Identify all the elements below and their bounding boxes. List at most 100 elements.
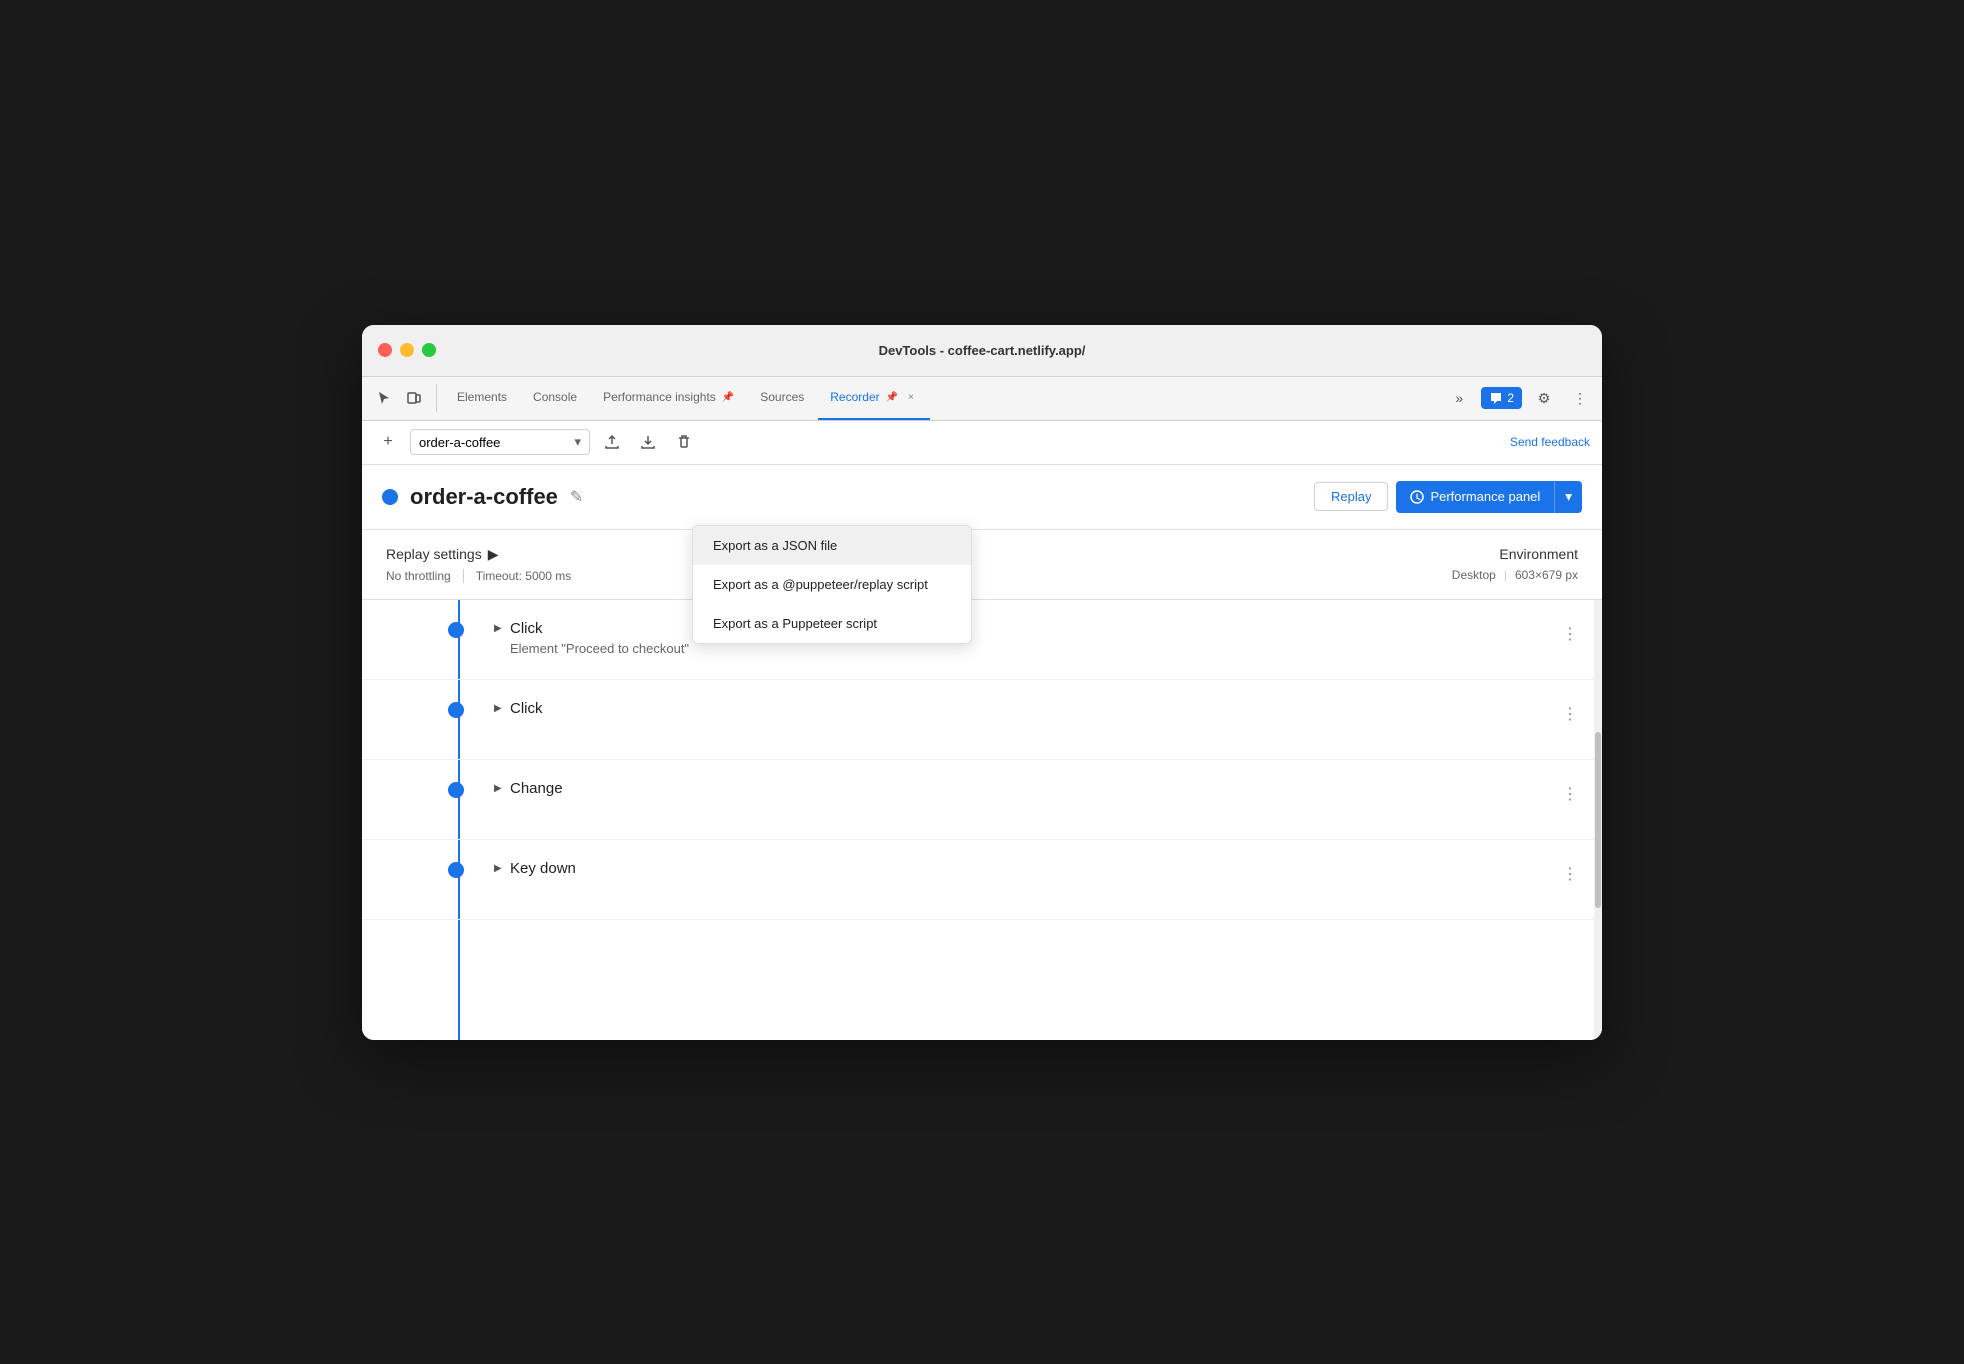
tab-performance-insights[interactable]: Performance insights 📌 [591, 377, 746, 420]
step-1-chevron: ▶ [494, 623, 504, 633]
edit-title-icon[interactable]: ✎ [570, 487, 583, 507]
tab-sources[interactable]: Sources [748, 377, 816, 420]
step-2-type: Click [510, 700, 543, 717]
download-icon [640, 434, 656, 450]
scrollbar-thumb[interactable] [1595, 732, 1601, 908]
environment-section: Environment Desktop | 603×679 px [1452, 546, 1578, 582]
step-3-dot [448, 782, 464, 798]
recording-header: order-a-coffee ✎ Replay Performance pane… [362, 465, 1602, 530]
step-2-timeline [362, 700, 478, 718]
scrollbar[interactable] [1594, 600, 1602, 1040]
step-2-menu: ⋮ [1558, 700, 1582, 726]
step-1-menu-button[interactable]: ⋮ [1558, 622, 1582, 646]
minimize-button[interactable] [400, 343, 414, 357]
recording-indicator [382, 489, 398, 505]
step-1-type: Click [510, 620, 543, 637]
traffic-lights [378, 343, 436, 357]
step-3-expander[interactable]: ▶ Change [494, 780, 1558, 797]
pin-icon-recorder: 📌 [886, 392, 898, 403]
settings-left: Replay settings ▶ No throttling Timeout:… [386, 546, 583, 583]
tab-icons [370, 384, 437, 412]
export-dropdown-menu: Export as a JSON file Export as a @puppe… [692, 525, 972, 644]
window-title: DevTools - coffee-cart.netlify.app/ [879, 343, 1086, 358]
performance-panel-button[interactable]: Performance panel [1396, 481, 1554, 513]
resolution-label: 603×679 px [1515, 568, 1578, 582]
step-2-content: ▶ Click [478, 700, 1558, 717]
performance-panel-dropdown-button[interactable]: ▾ [1554, 481, 1582, 513]
step-1-description: Element "Proceed to checkout" [494, 641, 1558, 656]
step-2-expander[interactable]: ▶ Click [494, 700, 1558, 717]
settings-details: No throttling Timeout: 5000 ms [386, 569, 583, 583]
step-3-type: Change [510, 780, 563, 797]
more-options-button[interactable]: ⋮ [1566, 384, 1594, 412]
export-json-item[interactable]: Export as a JSON file [693, 526, 971, 565]
export-button[interactable] [598, 428, 626, 456]
step-3-menu-button[interactable]: ⋮ [1558, 782, 1582, 806]
step-4-menu: ⋮ [1558, 860, 1582, 886]
step-4-chevron: ▶ [494, 863, 504, 873]
environment-details: Desktop | 603×679 px [1452, 568, 1578, 582]
step-1-expander[interactable]: ▶ Click [494, 620, 1558, 637]
tabs-list: Elements Console Performance insights 📌 … [445, 377, 930, 420]
tab-console[interactable]: Console [521, 377, 589, 420]
step-4-dot [448, 862, 464, 878]
throttling-setting: No throttling [386, 569, 463, 583]
add-recording-button[interactable]: + [374, 428, 402, 456]
step-4-expander[interactable]: ▶ Key down [494, 860, 1558, 877]
export-puppeteer-replay-item[interactable]: Export as a @puppeteer/replay script [693, 565, 971, 604]
cursor-icon[interactable] [370, 384, 398, 412]
tab-close-recorder[interactable]: × [904, 390, 918, 404]
step-3-content: ▶ Change [478, 780, 1558, 797]
desktop-label: Desktop [1452, 568, 1496, 582]
step-4-timeline [362, 860, 478, 878]
delete-button[interactable] [670, 428, 698, 456]
export-puppeteer-item[interactable]: Export as a Puppeteer script [693, 604, 971, 643]
replay-settings-title[interactable]: Replay settings ▶ [386, 546, 583, 563]
send-feedback-link[interactable]: Send feedback [1510, 435, 1590, 449]
settings-button[interactable]: ⚙ [1530, 384, 1558, 412]
steps-container: ▶ Click Element "Proceed to checkout" ⋮ … [362, 600, 1602, 1040]
step-1-menu: ⋮ [1558, 620, 1582, 646]
step-2-menu-button[interactable]: ⋮ [1558, 702, 1582, 726]
devtools-window: DevTools - coffee-cart.netlify.app/ Elem… [362, 325, 1602, 1040]
step-1: ▶ Click Element "Proceed to checkout" ⋮ [362, 600, 1602, 680]
step-4-content: ▶ Key down [478, 860, 1558, 877]
step-3-chevron: ▶ [494, 783, 504, 793]
toolbar: + order-a-coffee ▾ Send feedback [362, 421, 1602, 465]
step-4-type: Key down [510, 860, 576, 877]
environment-label: Environment [1452, 546, 1578, 562]
close-button[interactable] [378, 343, 392, 357]
performance-icon [1410, 490, 1424, 504]
step-4: ▶ Key down ⋮ [362, 840, 1602, 920]
recording-selector[interactable]: order-a-coffee ▾ [410, 429, 590, 455]
step-1-timeline [362, 620, 478, 638]
tabs-right: » 2 ⚙ ⋮ [1445, 384, 1594, 412]
step-2: ▶ Click ⋮ [362, 680, 1602, 760]
devtools-tabs: Elements Console Performance insights 📌 … [362, 377, 1602, 421]
step-1-content: ▶ Click Element "Proceed to checkout" [478, 620, 1558, 656]
tab-elements[interactable]: Elements [445, 377, 519, 420]
chevron-down-white-icon: ▾ [1565, 489, 1572, 504]
tab-recorder[interactable]: Recorder 📌 × [818, 377, 930, 420]
step-3-timeline [362, 780, 478, 798]
upload-icon [604, 434, 620, 450]
step-4-menu-button[interactable]: ⋮ [1558, 862, 1582, 886]
maximize-button[interactable] [422, 343, 436, 357]
replay-button[interactable]: Replay [1314, 482, 1388, 511]
step-2-chevron: ▶ [494, 703, 504, 713]
step-1-dot [448, 622, 464, 638]
step-2-dot [448, 702, 464, 718]
step-3: ▶ Change ⋮ [362, 760, 1602, 840]
header-actions: Replay Performance panel ▾ [1314, 481, 1582, 513]
performance-panel-group: Performance panel ▾ [1396, 481, 1582, 513]
device-mode-icon[interactable] [400, 384, 428, 412]
step-3-menu: ⋮ [1558, 780, 1582, 806]
more-tabs-button[interactable]: » [1445, 384, 1473, 412]
trash-icon [676, 434, 692, 450]
import-button[interactable] [634, 428, 662, 456]
comment-icon [1489, 391, 1503, 405]
chevron-down-icon: ▾ [574, 434, 581, 450]
recording-title: order-a-coffee [410, 484, 558, 510]
comments-button[interactable]: 2 [1481, 387, 1522, 409]
title-bar: DevTools - coffee-cart.netlify.app/ [362, 325, 1602, 377]
